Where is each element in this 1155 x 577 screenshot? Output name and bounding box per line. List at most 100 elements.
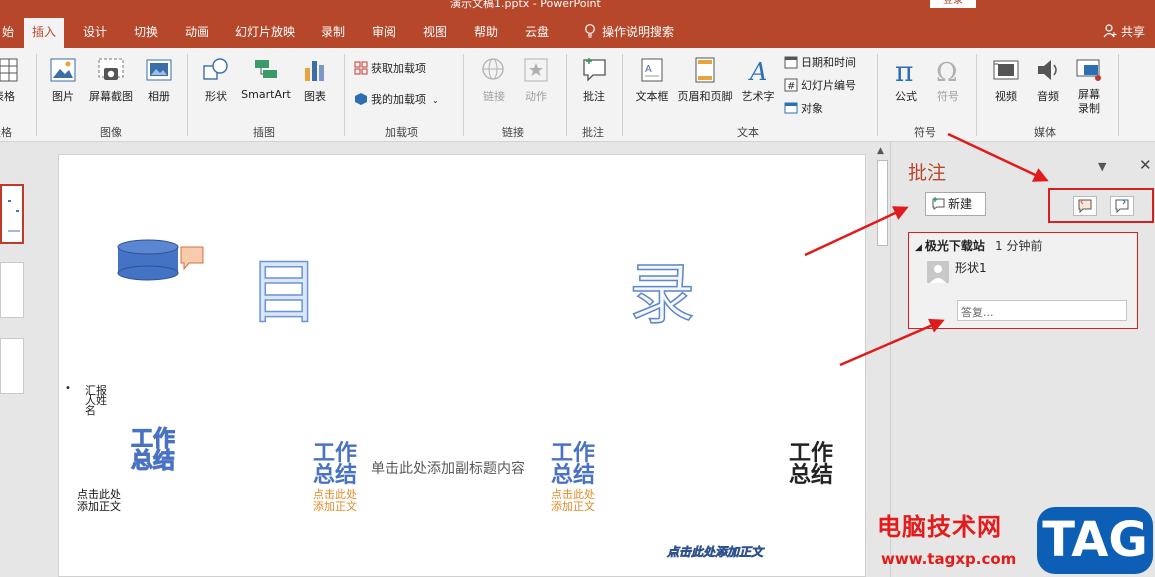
tell-me-label: 操作说明搜索: [602, 25, 675, 39]
tab-slideshow[interactable]: 幻灯片放映: [227, 18, 303, 48]
new-comment-button[interactable]: 新建: [925, 192, 986, 216]
wordart-label: 艺术字: [741, 90, 775, 103]
header-footer-icon: [695, 57, 715, 83]
pi-icon: π: [895, 56, 913, 84]
speaker-icon: [1038, 60, 1057, 80]
slide-thumbnail-1[interactable]: [0, 184, 24, 244]
object-button[interactable]: 对象: [784, 100, 823, 118]
tab-design[interactable]: 设计: [75, 18, 115, 48]
comment-author: ◢ 极光下载站: [915, 237, 985, 254]
screenshot-icon: [98, 58, 124, 80]
album-button[interactable]: 相册: [137, 56, 181, 104]
link-button[interactable]: 链接: [472, 56, 516, 104]
reply-input[interactable]: 答复...: [957, 300, 1127, 321]
next-comment-button[interactable]: [1110, 196, 1134, 216]
cylinder-shape[interactable]: [116, 239, 208, 283]
window-title: 演示文稿1.pptx - PowerPoint: [450, 0, 601, 10]
video-label: 视频: [995, 90, 1017, 103]
shapes-button[interactable]: 形状: [194, 56, 238, 104]
film-icon: [993, 60, 1019, 80]
textbox-button[interactable]: A 文本框: [630, 56, 674, 104]
body-placeholder-3[interactable]: 点击此处添加正文: [551, 489, 603, 513]
comment-author-name: 极光下载站: [924, 239, 985, 253]
header-footer-label: 页眉和页脚: [677, 90, 733, 103]
slide-number-button[interactable]: # 幻灯片编号: [784, 77, 856, 95]
svg-text:Ω: Ω: [936, 58, 958, 84]
equation-label: 公式: [895, 90, 917, 103]
chart-button[interactable]: 图表: [293, 56, 337, 104]
tab-tell-me[interactable]: 操作说明搜索: [576, 18, 682, 48]
insert-comment-label: 批注: [583, 90, 605, 103]
user-avatar-icon: [930, 265, 946, 283]
video-button[interactable]: 视频: [984, 56, 1028, 104]
screen-recording-button[interactable]: 屏幕录制: [1068, 56, 1110, 116]
body-placeholder-4[interactable]: 点击此处添加正文: [667, 543, 764, 560]
tab-animations[interactable]: 动画: [177, 18, 217, 48]
ribbon-tabs: 始 插入 设计 切换 动画 幻灯片放映 录制 审阅 视图 帮助 云盘 操作说明搜…: [0, 10, 1155, 48]
screen-recording-label: 屏幕录制: [1078, 88, 1100, 115]
tab-insert[interactable]: 插入: [24, 18, 65, 48]
textbox-icon: A: [641, 58, 663, 82]
login-button[interactable]: 登录: [930, 0, 976, 8]
insert-comment-button[interactable]: 批注: [572, 56, 616, 104]
comment-icon: [583, 58, 606, 82]
body-placeholder-2[interactable]: 点击此处添加正文: [313, 489, 365, 513]
datetime-label: 日期和时间: [801, 56, 856, 69]
watermark-text: 电脑技术网: [877, 513, 1002, 541]
picture-button[interactable]: 图片: [41, 56, 85, 104]
comment-marker-icon[interactable]: [180, 246, 204, 271]
collapse-icon[interactable]: ◢: [915, 243, 922, 253]
group-separator: [976, 54, 977, 136]
omega-icon: Ω: [936, 58, 958, 84]
close-icon[interactable]: ✕: [1139, 156, 1152, 174]
work-summary-1: 工作总结: [131, 427, 176, 474]
slide-thumbnail-3[interactable]: [0, 338, 24, 394]
tab-cloud[interactable]: 云盘: [517, 18, 557, 48]
avatar: [927, 261, 949, 283]
tab-record[interactable]: 录制: [313, 18, 353, 48]
table-button[interactable]: 表格: [0, 56, 26, 104]
bullet-dot: •: [65, 383, 71, 394]
smartart-button[interactable]: SmartArt: [240, 56, 292, 101]
table-label: 表格: [0, 90, 15, 103]
group-separator: [36, 54, 37, 136]
group-images-label: 图像: [100, 126, 122, 139]
wordart-icon: A: [748, 58, 767, 84]
get-addins-button[interactable]: 获取加载项: [354, 60, 426, 78]
person-icon: [1103, 24, 1117, 38]
screenshot-button[interactable]: 屏幕截图: [84, 56, 138, 104]
previous-comment-button[interactable]: [1073, 196, 1097, 216]
equation-button[interactable]: π 公式: [884, 56, 928, 104]
tab-start-partial[interactable]: 始: [0, 18, 22, 48]
group-separator: [566, 54, 567, 136]
share-button[interactable]: 共享: [1103, 18, 1145, 46]
header-footer-button[interactable]: 页眉和页脚: [674, 56, 736, 104]
group-separator: [187, 54, 188, 136]
audio-button[interactable]: 音频: [1026, 56, 1070, 104]
watermark-tag: TAG: [1037, 507, 1153, 574]
body-placeholder-1[interactable]: 点击此处添加正文: [77, 489, 129, 513]
pane-options-icon[interactable]: ▼: [1098, 160, 1106, 173]
slide-canvas[interactable]: 目 录 • 汇报人姓名 工作总结 工作总结 工作总结 工作总结 单击此处添加副标…: [58, 154, 866, 577]
globe-link-icon: [482, 58, 504, 80]
wordart-button[interactable]: A 艺术字: [736, 56, 780, 104]
action-button[interactable]: 动作: [514, 56, 558, 104]
scroll-up-icon[interactable]: ▲: [877, 146, 884, 156]
watermark-url: www.tagxp.com: [881, 550, 1017, 568]
tab-transitions[interactable]: 切换: [126, 18, 166, 48]
my-addins-button[interactable]: 我的加载项 ⌄: [354, 91, 439, 109]
scrollbar-thumb[interactable]: [877, 160, 888, 246]
comment-thread[interactable]: ◢ 极光下载站 1 分钟前 形状1 答复...: [908, 232, 1138, 329]
group-separator: [622, 54, 623, 136]
group-symbols-label: 符号: [914, 126, 936, 139]
datetime-button[interactable]: 日期和时间: [784, 54, 856, 72]
symbol-button[interactable]: Ω 符号: [926, 56, 970, 104]
tab-review[interactable]: 审阅: [364, 18, 404, 48]
tab-help[interactable]: 帮助: [466, 18, 506, 48]
group-addins-label: 加载项: [385, 126, 418, 139]
subtitle-placeholder[interactable]: 单击此处添加副标题内容: [371, 458, 525, 478]
svg-text:A: A: [748, 58, 767, 84]
tab-view[interactable]: 视图: [415, 18, 455, 48]
slide-thumbnail-2[interactable]: [0, 262, 24, 318]
chart-icon: [305, 61, 324, 81]
